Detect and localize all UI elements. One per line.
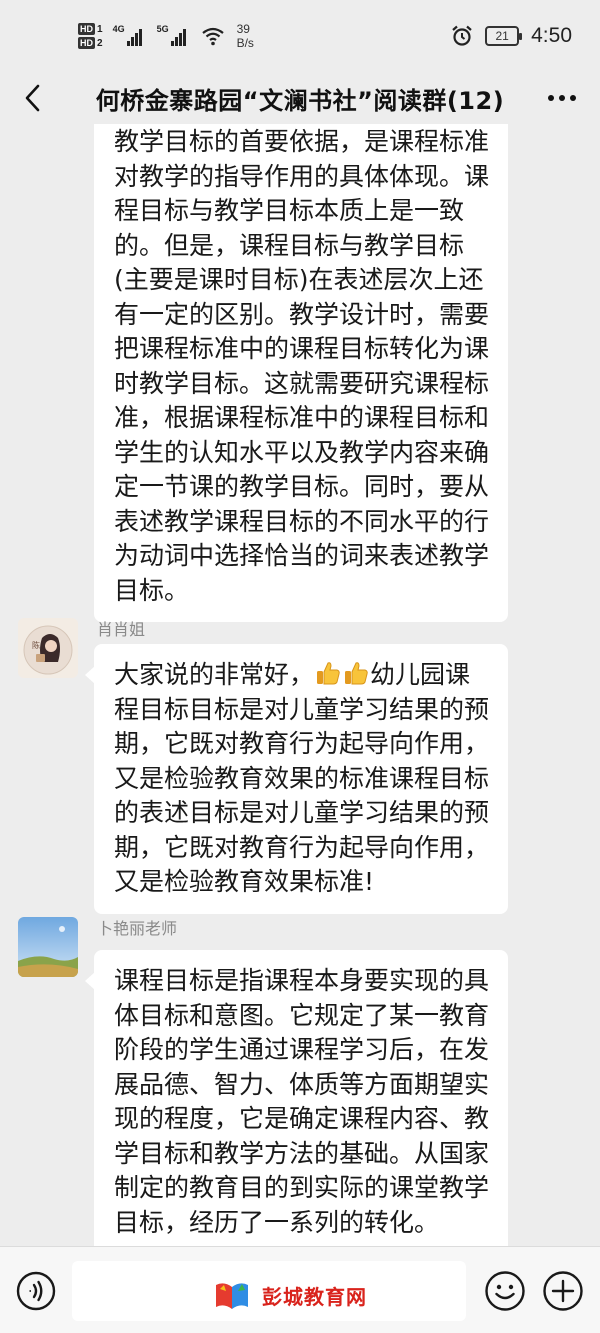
network-speed-unit: B/s: [236, 36, 254, 50]
avatar-image: [18, 917, 78, 977]
message-bubble[interactable]: 教学目标的首要依据，是课程标准对教学的指导作用的具体体现。课程目标与教学目标本质…: [94, 124, 508, 622]
wifi-icon: [201, 27, 224, 46]
hd-badge: HD: [78, 23, 95, 35]
avatar[interactable]: [18, 917, 78, 977]
more-dot: [570, 95, 576, 101]
avatar-image: 陈: [18, 618, 78, 678]
clock: 4:50: [531, 24, 572, 47]
chat-title: 何桥金寨路园“文澜书社”阅读群(12): [95, 86, 505, 115]
chat-header: 何桥金寨路园“文澜书社”阅读群(12): [0, 72, 600, 124]
alarm-icon: [452, 25, 472, 46]
avatar[interactable]: 陈: [18, 618, 78, 678]
status-bar: HD 1 HD 2 4G 5G 39 B/s 21 4:50: [0, 0, 600, 72]
sender-name[interactable]: 卜艳丽老师: [97, 915, 177, 939]
more-functions-button[interactable]: [542, 1270, 584, 1312]
avatar-text: 陈: [32, 640, 40, 650]
signal-label: 4G: [112, 24, 125, 34]
hd-sim-number: 1: [97, 23, 103, 35]
sender-name[interactable]: 肖肖姐: [97, 616, 145, 640]
message-text: 课程目标是指课程本身要实现的具体目标和意图。它规定了某一教育阶段的学生通过课程学…: [114, 966, 490, 1237]
message-text: 大家说的非常好，: [114, 660, 315, 689]
network-speed-value: 39: [236, 22, 250, 36]
hd-badge: HD: [78, 37, 95, 49]
emoji-button[interactable]: [484, 1270, 526, 1312]
voice-input-button[interactable]: [16, 1271, 56, 1311]
watermark-text: 彭城教育网: [262, 1284, 367, 1309]
message-text: 幼儿园课程目标目标是对儿童学习结果的预期，它既对教育行为起导向作用，又是检验教育…: [114, 660, 490, 896]
network-speed: 39 B/s: [237, 22, 254, 50]
message-list[interactable]: 教学目标的首要依据，是课程标准对教学的指导作用的具体体现。课程目标与教学目标本质…: [0, 124, 600, 1246]
signal-label: 5G: [156, 24, 169, 34]
message-text: 教学目标的首要依据，是课程标准对教学的指导作用的具体体现。课程目标与教学目标本质…: [114, 127, 490, 605]
message-bubble[interactable]: 大家说的非常好， 幼儿园课程目标目标是对儿童学习结果的预期，它既对教育行为起导向作…: [85, 644, 508, 914]
more-dot: [559, 95, 565, 101]
message-bubble[interactable]: 课程目标是指课程本身要实现的具体目标和意图。它规定了某一教育阶段的学生通过课程学…: [85, 950, 508, 1246]
signal-4g-icon: 4G: [112, 24, 147, 46]
hd-sim-number: 2: [97, 37, 103, 49]
back-button[interactable]: [14, 80, 50, 116]
hd-indicators: HD 1 HD 2: [78, 23, 103, 49]
thumbs-up-emoji-icon: [317, 662, 340, 685]
chevron-left-icon: [25, 84, 40, 112]
battery-indicator: 21: [485, 26, 523, 46]
watermark-logo: 彭城教育网: [212, 1275, 402, 1315]
thumbs-up-emoji-icon: [345, 662, 368, 685]
more-dot: [548, 95, 554, 101]
book-logo-icon: [216, 1283, 248, 1309]
signal-5g-icon: 5G: [156, 24, 191, 46]
more-options-button[interactable]: [542, 82, 582, 114]
